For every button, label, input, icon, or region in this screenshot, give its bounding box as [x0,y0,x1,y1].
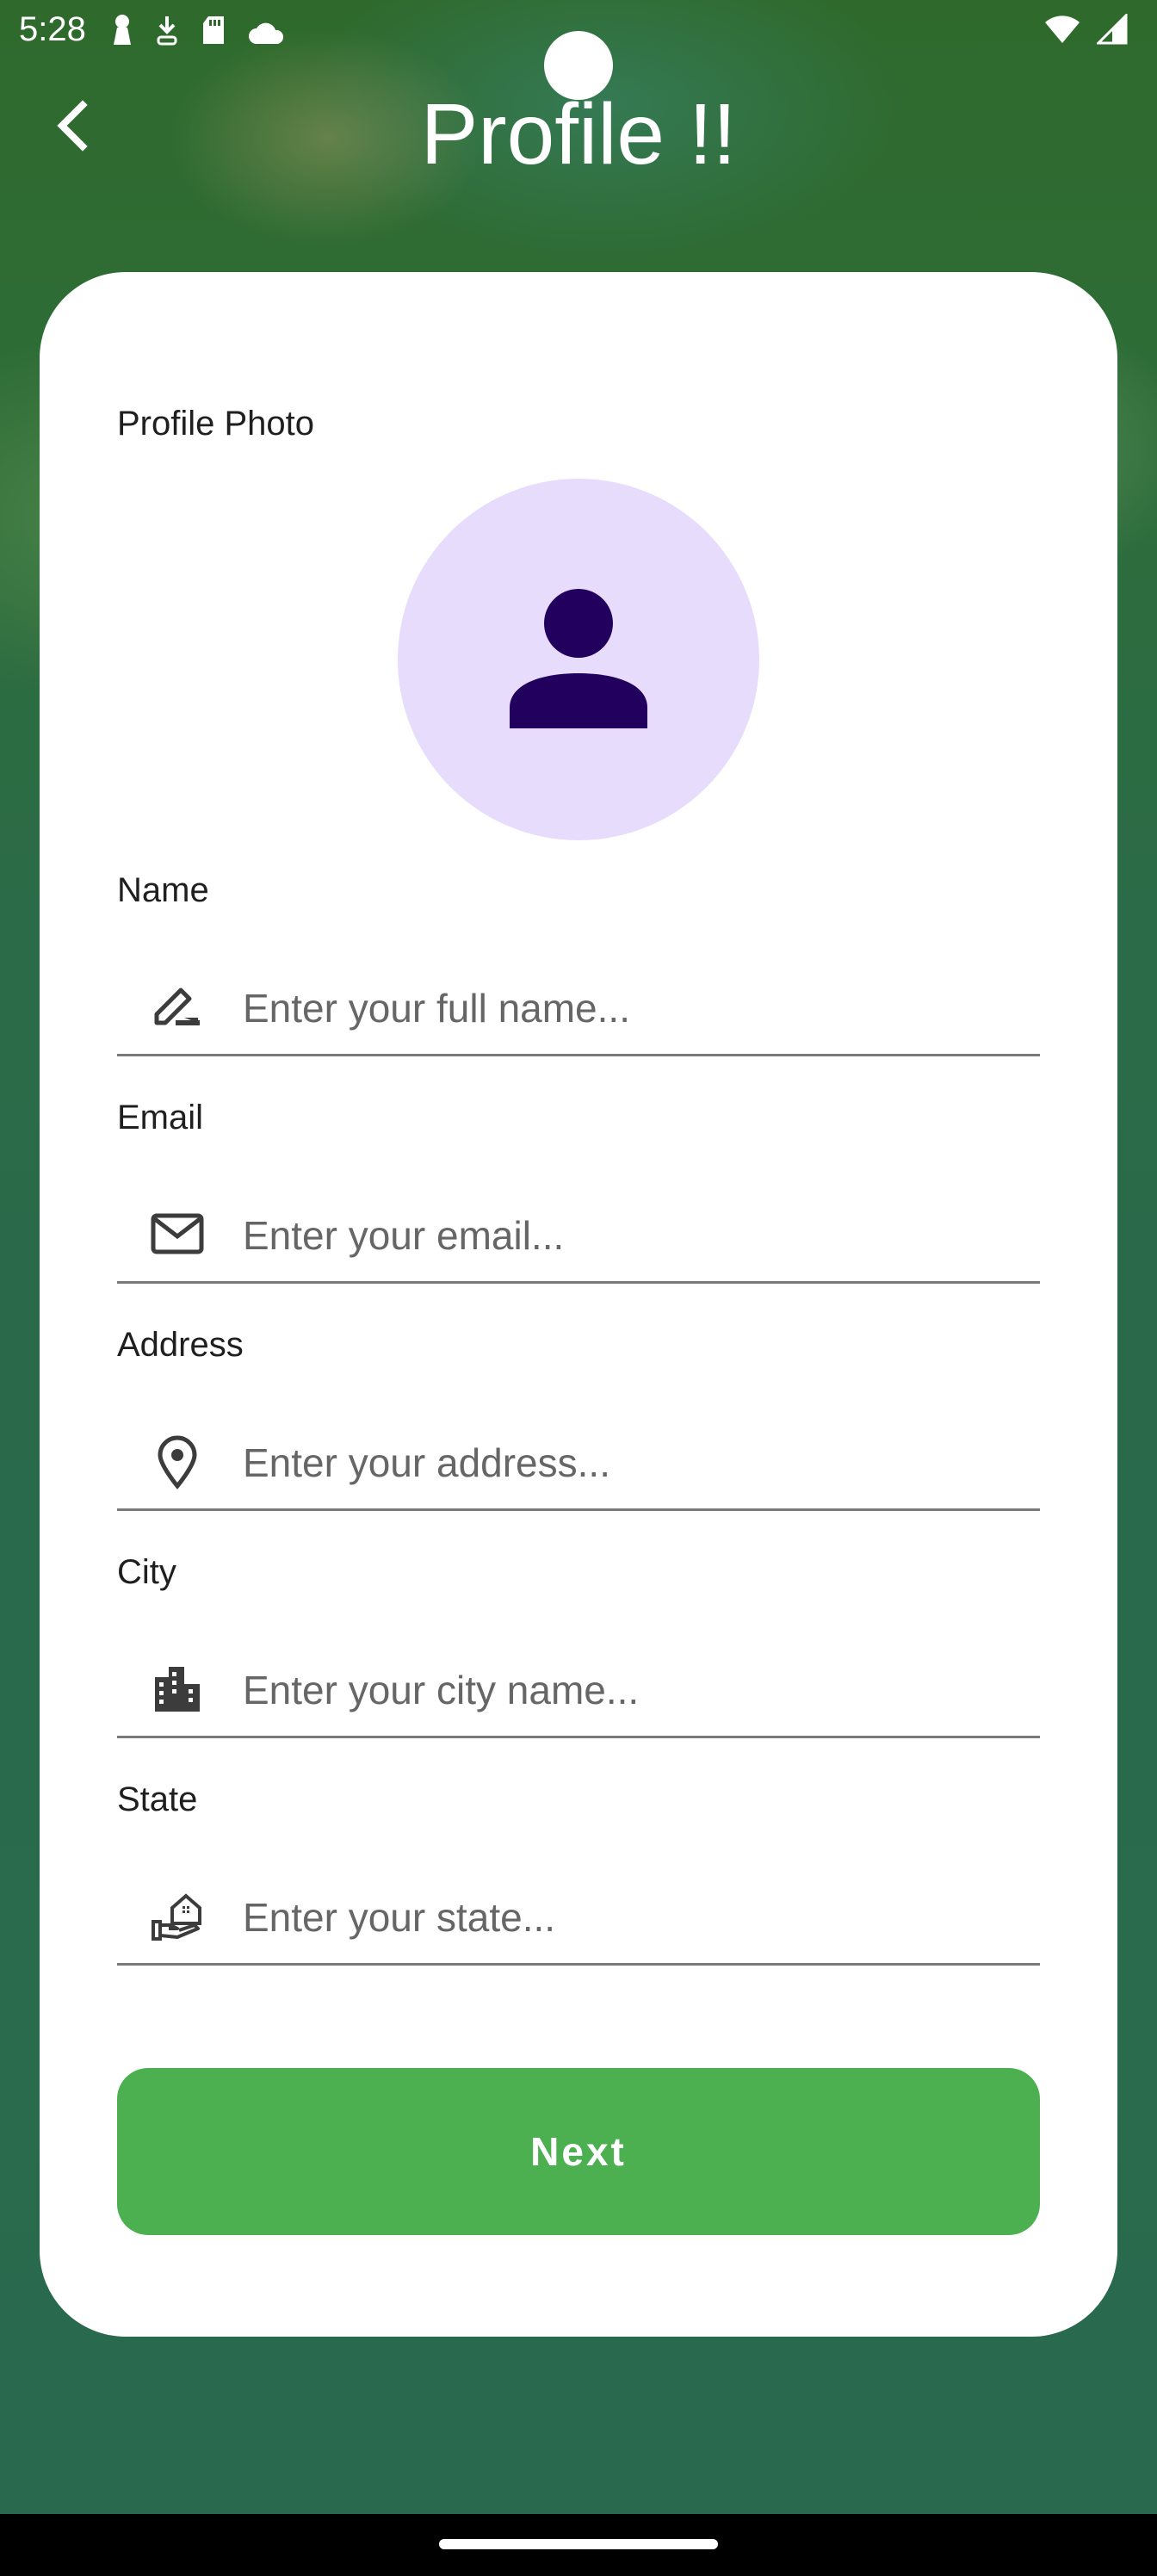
sd-card-icon [201,15,226,54]
address-input[interactable] [241,1427,1019,1498]
status-icons-right [1043,12,1128,53]
next-button[interactable]: Next [117,2068,1040,2235]
address-label: Address [117,1326,244,1364]
page-title: Profile !! [420,86,737,183]
status-icons-left [112,14,284,55]
profile-photo-picker[interactable] [398,479,759,840]
download-icon [155,15,179,54]
name-label: Name [117,871,209,909]
keyhole-icon [112,14,133,55]
home-indicator[interactable] [439,2539,718,2549]
name-field-container [117,961,1040,1056]
email-input[interactable] [241,1200,1019,1271]
state-field-container [117,1870,1040,1966]
city-field-container [117,1643,1040,1738]
profile-photo-label: Profile Photo [117,405,315,443]
city-buildings-icon [150,1662,205,1717]
location-pin-icon [150,1434,205,1489]
person-icon [508,587,649,733]
name-input[interactable] [241,973,1019,1043]
state-label: State [117,1780,198,1818]
signal-icon [1095,12,1128,53]
cloud-icon [248,15,284,54]
address-field-container [117,1415,1040,1511]
home-hand-icon [150,1889,205,1944]
pencil-icon [150,980,205,1035]
email-label: Email [117,1099,204,1136]
envelope-icon [150,1207,205,1262]
state-input[interactable] [241,1882,1019,1953]
status-time: 5:28 [19,10,86,48]
email-field-container [117,1188,1040,1284]
city-label: City [117,1553,176,1591]
city-input[interactable] [241,1655,1019,1725]
wifi-icon [1043,15,1081,53]
